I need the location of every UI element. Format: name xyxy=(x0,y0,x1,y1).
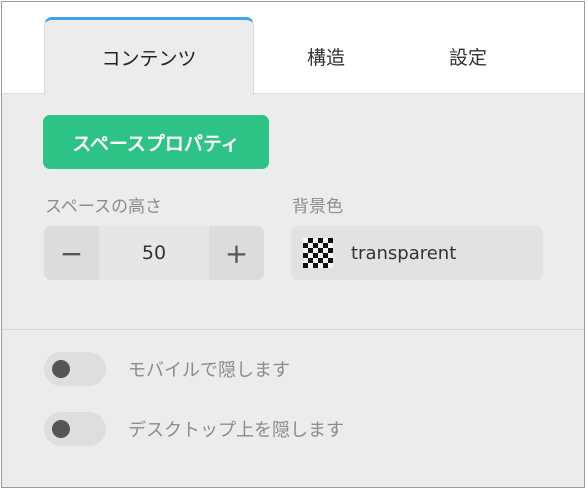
tab-content-label: コンテンツ xyxy=(101,48,197,70)
background-color-picker[interactable]: transparent xyxy=(291,226,543,280)
tab-bar: コンテンツ 構造 設定 xyxy=(2,2,584,95)
hide-on-desktop-row: デスクトップ上を隠します xyxy=(44,412,344,446)
plus-icon: + xyxy=(224,236,249,270)
tab-settings-label: 設定 xyxy=(448,46,487,69)
space-properties-button[interactable]: スペースプロパティ xyxy=(43,115,269,169)
tab-settings[interactable]: 設定 xyxy=(398,18,538,94)
toggle-knob xyxy=(52,360,70,378)
increment-button[interactable]: + xyxy=(209,226,264,280)
hide-on-mobile-label: モバイルで隠します xyxy=(128,360,290,381)
space-properties-label: スペースプロパティ xyxy=(72,132,240,155)
space-height-input[interactable]: 50 xyxy=(99,226,209,280)
tab-structure[interactable]: 構造 xyxy=(254,18,398,94)
tab-content[interactable]: コンテンツ xyxy=(44,17,254,95)
toggle-knob xyxy=(52,420,70,438)
background-color-label: 背景色 xyxy=(292,197,343,217)
divider xyxy=(2,329,584,330)
transparent-swatch-icon xyxy=(303,238,333,268)
hide-on-mobile-toggle[interactable] xyxy=(44,352,106,386)
background-color-value: transparent xyxy=(351,242,457,264)
hide-on-desktop-label: デスクトップ上を隠します xyxy=(128,420,344,441)
hide-on-desktop-toggle[interactable] xyxy=(44,412,106,446)
minus-icon: − xyxy=(59,236,84,270)
space-height-label: スペースの高さ xyxy=(45,197,162,217)
decrement-button[interactable]: − xyxy=(44,226,99,280)
hide-on-mobile-row: モバイルで隠します xyxy=(44,352,290,386)
properties-panel: コンテンツ 構造 設定 スペースプロパティ スペースの高さ 背景色 − 50 +… xyxy=(1,1,585,488)
space-height-stepper: − 50 + xyxy=(44,226,264,280)
tab-structure-label: 構造 xyxy=(306,46,345,69)
